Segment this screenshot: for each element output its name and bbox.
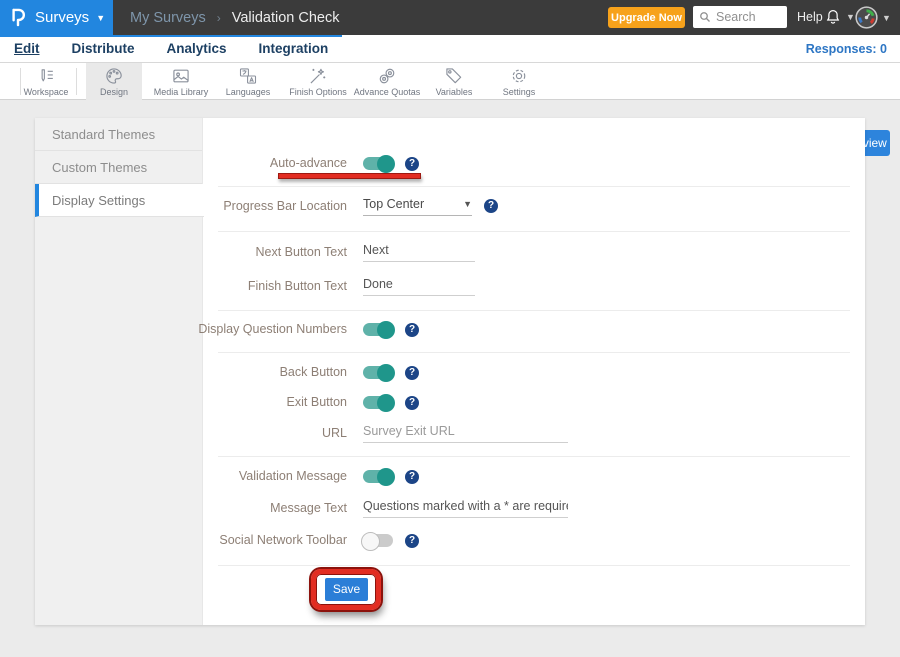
message-text-label: Message Text xyxy=(137,501,347,515)
validation-message-help-icon[interactable] xyxy=(405,470,419,484)
back-button-label: Back Button xyxy=(137,365,347,379)
breadcrumb-separator-icon: › xyxy=(217,11,221,25)
tab-integration[interactable]: Integration xyxy=(259,41,329,56)
exit-button-toggle[interactable] xyxy=(363,396,393,409)
magic-wand-icon xyxy=(308,67,328,86)
tab-analytics[interactable]: Analytics xyxy=(167,41,227,56)
avatar xyxy=(855,6,878,29)
auto-advance-help-icon[interactable] xyxy=(405,157,419,171)
display-question-numbers-toggle[interactable] xyxy=(363,323,393,336)
chain-links-icon xyxy=(377,67,397,86)
display-settings-panel: Standard Themes Custom Themes Display Se… xyxy=(35,118,865,625)
chevron-down-icon: ▼ xyxy=(96,13,105,23)
tag-icon xyxy=(444,67,464,86)
auto-advance-toggle[interactable] xyxy=(363,157,393,170)
message-text-input[interactable]: Questions marked with a * are required xyxy=(363,499,568,518)
help-link[interactable]: Help xyxy=(797,0,823,35)
toolbar-item-design[interactable]: Design xyxy=(86,63,142,100)
global-search[interactable] xyxy=(693,6,787,28)
chevron-down-icon: ▼ xyxy=(882,13,891,23)
toolbar-item-label: Media Library xyxy=(154,87,209,97)
survey-nav: Edit Distribute Analytics Integration Re… xyxy=(0,35,900,63)
breadcrumb-current: Validation Check xyxy=(232,10,340,26)
workspace-icon xyxy=(37,67,56,86)
finish-button-text-input[interactable]: Done xyxy=(363,277,475,296)
toolbar-item-label: Workspace xyxy=(24,87,69,97)
save-button[interactable]: Save xyxy=(325,578,368,601)
toolbar-item-advance-quotas[interactable]: Advance Quotas xyxy=(350,63,424,100)
toolbar-item-media-library[interactable]: Media Library xyxy=(148,63,214,100)
chevron-down-icon: ▼ xyxy=(846,12,855,22)
palette-icon xyxy=(104,67,124,86)
progress-bar-location-help-icon[interactable] xyxy=(484,199,498,213)
auto-advance-label: Auto-advance xyxy=(137,156,347,170)
edit-toolbar: Workspace Design Media Library xyxy=(0,63,900,100)
translate-icon xyxy=(238,67,258,86)
responses-count[interactable]: Responses: 0 xyxy=(806,35,887,63)
validation-message-label: Validation Message xyxy=(137,469,347,483)
notifications-button[interactable]: ▼ xyxy=(824,8,855,26)
divider xyxy=(218,231,850,232)
back-button-help-icon[interactable] xyxy=(405,366,419,380)
account-menu[interactable]: ▼ xyxy=(855,6,891,29)
sidebar-item-standard-themes[interactable]: Standard Themes xyxy=(35,118,202,151)
top-header: Surveys ▼ My Surveys › Validation Check … xyxy=(0,0,900,35)
toolbar-item-variables[interactable]: Variables xyxy=(426,63,482,100)
tab-edit[interactable]: Edit xyxy=(14,41,40,56)
toolbar-item-label: Settings xyxy=(503,87,536,97)
toolbar-item-label: Finish Options xyxy=(289,87,347,97)
exit-button-help-icon[interactable] xyxy=(405,396,419,410)
divider xyxy=(218,352,850,353)
display-question-numbers-label: Display Question Numbers xyxy=(137,322,347,336)
product-switcher[interactable]: Surveys ▼ xyxy=(0,0,113,35)
toolbar-item-languages[interactable]: Languages xyxy=(216,63,280,100)
divider xyxy=(218,310,850,311)
social-network-toolbar-help-icon[interactable] xyxy=(405,534,419,548)
progress-bar-location-select[interactable]: ▼ Top Center xyxy=(363,197,472,216)
social-network-toolbar-label: Social Network Toolbar xyxy=(137,533,347,547)
display-question-numbers-help-icon[interactable] xyxy=(405,323,419,337)
breadcrumb: My Surveys › Validation Check xyxy=(130,0,340,35)
divider xyxy=(218,565,850,566)
back-button-toggle[interactable] xyxy=(363,366,393,379)
image-icon xyxy=(171,67,191,86)
bell-icon xyxy=(824,8,842,26)
divider xyxy=(218,186,850,187)
toolbar-item-label: Languages xyxy=(226,87,271,97)
questionpro-logo-icon xyxy=(10,6,26,29)
finish-button-text-label: Finish Button Text xyxy=(137,279,347,293)
active-product-underline xyxy=(0,35,342,37)
nav-tabs: Edit Distribute Analytics Integration xyxy=(0,35,900,62)
questionpro-app: Surveys ▼ My Surveys › Validation Check … xyxy=(0,0,900,657)
toolbar-item-finish-options[interactable]: Finish Options xyxy=(282,63,354,100)
toolbar-item-settings[interactable]: Settings xyxy=(486,63,552,100)
search-icon xyxy=(699,11,711,23)
divider xyxy=(218,456,850,457)
next-button-text-input[interactable]: Next xyxy=(363,243,475,262)
upgrade-now-button[interactable]: Upgrade Now xyxy=(608,7,685,28)
red-underline-annotation xyxy=(278,173,421,179)
progress-bar-location-value: Top Center xyxy=(363,197,424,211)
social-network-toolbar-toggle[interactable] xyxy=(363,534,393,547)
product-menu-label: Surveys xyxy=(35,9,89,26)
tab-distribute[interactable]: Distribute xyxy=(72,41,135,56)
toolbar-item-label: Advance Quotas xyxy=(354,87,421,97)
toolbar-item-label: Design xyxy=(100,87,128,97)
toolbar-item-label: Variables xyxy=(436,87,473,97)
next-button-text-label: Next Button Text xyxy=(137,245,347,259)
exit-button-label: Exit Button xyxy=(137,395,347,409)
progress-bar-location-label: Progress Bar Location xyxy=(137,199,347,213)
validation-message-toggle[interactable] xyxy=(363,470,393,483)
gear-icon xyxy=(509,67,529,86)
breadcrumb-parent[interactable]: My Surveys xyxy=(130,10,206,26)
chevron-down-icon: ▼ xyxy=(463,199,472,209)
exit-url-label: URL xyxy=(137,426,347,440)
toolbar-item-workspace[interactable]: Workspace xyxy=(14,63,78,100)
exit-url-input[interactable]: Survey Exit URL xyxy=(363,424,568,443)
search-input[interactable] xyxy=(716,10,780,24)
